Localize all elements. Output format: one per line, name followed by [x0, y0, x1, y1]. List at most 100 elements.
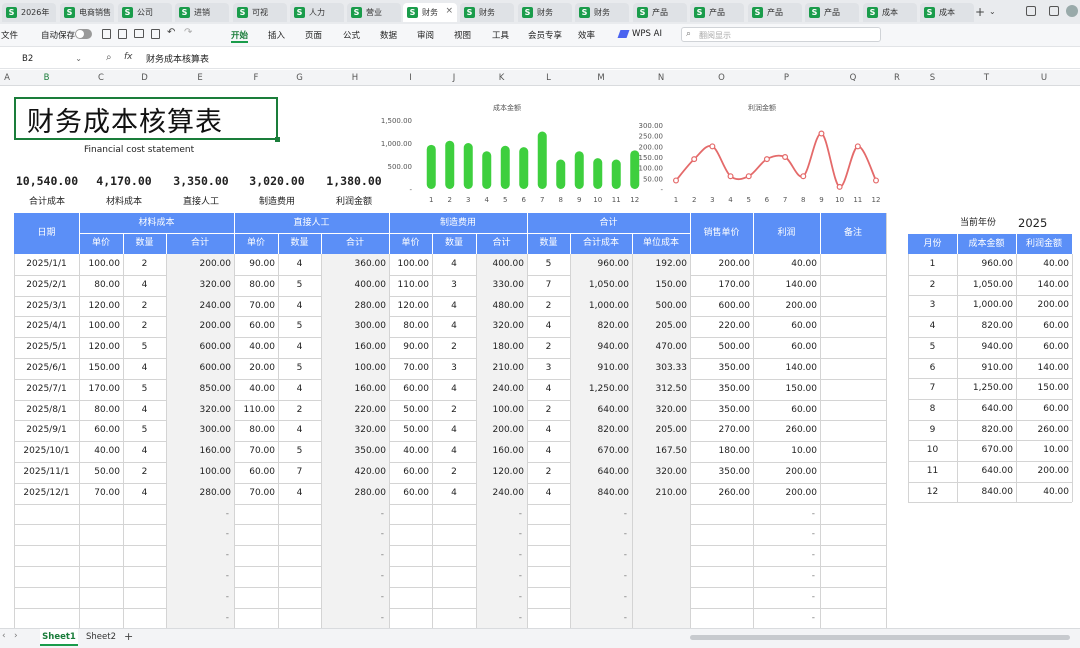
table-cell[interactable]: 80.00	[82, 275, 120, 296]
table-cell[interactable]: 320.00	[324, 420, 387, 441]
table-cell[interactable]: 420.00	[324, 462, 387, 483]
table-cell[interactable]: 2	[530, 400, 567, 421]
table-cell[interactable]: 220.00	[693, 316, 751, 337]
empty-cell[interactable]: -	[756, 587, 815, 608]
side-cell[interactable]: 940.00	[960, 337, 1014, 358]
table-cell[interactable]: 180.00	[479, 337, 525, 358]
table-cell[interactable]: 2	[126, 316, 163, 337]
file-menu[interactable]: 文件	[1, 29, 18, 41]
table-cell[interactable]: 400.00	[324, 275, 387, 296]
horizontal-scrollbar[interactable]	[690, 635, 1070, 640]
empty-cell[interactable]: -	[169, 566, 229, 587]
table-cell[interactable]: 4	[435, 420, 473, 441]
table-cell[interactable]: 90.00	[392, 337, 429, 358]
column-header-s[interactable]: S	[908, 73, 957, 83]
table-cell[interactable]: 300.00	[169, 420, 232, 441]
table-cell[interactable]: 40.00	[82, 441, 120, 462]
side-cell[interactable]: 5	[911, 337, 954, 358]
table-cell[interactable]: 2	[435, 400, 473, 421]
table-cell[interactable]: 260.00	[756, 420, 818, 441]
table-cell[interactable]: 300.00	[324, 316, 387, 337]
table-cell[interactable]: 4	[126, 358, 163, 379]
table-cell[interactable]: 600.00	[693, 296, 751, 317]
table-cell[interactable]: 110.00	[237, 400, 276, 421]
add-tab-button[interactable]: +	[975, 5, 985, 19]
tab-10[interactable]: S 财务	[518, 3, 572, 22]
window-restore-icon[interactable]	[1026, 6, 1036, 16]
table-cell[interactable]: 500.00	[635, 296, 688, 317]
table-cell[interactable]: 640.00	[573, 400, 630, 421]
table-cell[interactable]: 167.50	[635, 441, 688, 462]
table-cell[interactable]: 140.00	[756, 358, 818, 379]
table-cell[interactable]: 960.00	[573, 254, 630, 275]
side-cell[interactable]: 140.00	[1019, 358, 1070, 379]
empty-cell[interactable]: -	[479, 545, 522, 566]
table-cell[interactable]: 2	[435, 337, 473, 358]
table-cell[interactable]: 280.00	[324, 296, 387, 317]
side-cell[interactable]: 40.00	[1019, 482, 1069, 503]
table-cell[interactable]: 3	[435, 275, 473, 296]
column-header-o[interactable]: O	[690, 73, 753, 83]
table-cell[interactable]: 60.00	[756, 337, 817, 358]
table-cell[interactable]: 350.00	[693, 400, 751, 421]
table-cell[interactable]: 60.00	[237, 462, 275, 483]
table-cell[interactable]: 4	[530, 483, 567, 504]
table-cell[interactable]: 170.00	[82, 379, 121, 400]
side-cell[interactable]: 820.00	[960, 316, 1014, 337]
table-cell[interactable]: 4	[126, 275, 163, 296]
table-cell[interactable]: 350.00	[693, 379, 751, 400]
empty-cell[interactable]: -	[169, 545, 229, 566]
table-cell[interactable]: 5	[281, 358, 318, 379]
empty-cell[interactable]: -	[479, 608, 522, 629]
table-cell[interactable]: 200.00	[756, 462, 818, 483]
table-cell[interactable]: 100.00	[479, 400, 525, 421]
empty-cell[interactable]: -	[573, 504, 627, 525]
fx-icon[interactable]: fx	[124, 52, 133, 62]
menu-2[interactable]: 插入	[268, 29, 285, 41]
print-icon[interactable]	[134, 29, 144, 38]
table-cell[interactable]: 260.00	[693, 483, 751, 504]
side-cell[interactable]: 640.00	[960, 399, 1014, 420]
table-cell[interactable]: 4	[435, 296, 473, 317]
table-cell[interactable]: 2	[126, 296, 163, 317]
table-cell[interactable]: 600.00	[169, 337, 232, 358]
table-cell[interactable]: 350.00	[693, 462, 751, 483]
table-cell[interactable]: 100.00	[169, 462, 232, 483]
side-cell[interactable]: 1	[911, 254, 954, 275]
table-cell[interactable]: 110.00	[392, 275, 430, 296]
side-cell[interactable]: 8	[911, 399, 954, 420]
table-cell[interactable]: 5	[530, 254, 567, 275]
tab-6[interactable]: S 人力	[290, 3, 344, 22]
table-cell[interactable]: 2025/5/1	[17, 337, 76, 358]
tab-16[interactable]: S 成本	[863, 3, 917, 22]
table-cell[interactable]: 350.00	[324, 441, 387, 462]
table-cell[interactable]: 80.00	[237, 420, 275, 441]
tab-12[interactable]: S 产品	[633, 3, 687, 22]
side-cell[interactable]: 840.00	[960, 482, 1014, 503]
table-cell[interactable]: 4	[281, 483, 318, 504]
side-cell[interactable]: 670.00	[960, 440, 1014, 461]
side-cell[interactable]: 200.00	[1019, 295, 1070, 316]
column-header-u[interactable]: U	[1016, 73, 1072, 83]
undo-icon[interactable]: ↶	[167, 27, 175, 38]
side-cell[interactable]: 7	[911, 378, 954, 399]
empty-cell[interactable]: -	[756, 545, 815, 566]
table-cell[interactable]: 4	[126, 483, 163, 504]
close-icon[interactable]: ×	[445, 6, 453, 16]
table-cell[interactable]: 50.00	[392, 400, 429, 421]
table-cell[interactable]: 60.00	[392, 379, 429, 400]
table-cell[interactable]: 3	[530, 358, 567, 379]
table-cell[interactable]: 240.00	[479, 483, 525, 504]
column-header-m[interactable]: M	[570, 73, 632, 83]
column-header-b[interactable]: B	[14, 73, 79, 83]
chevron-down-icon[interactable]: ⌄	[75, 52, 82, 66]
table-cell[interactable]: 60.00	[392, 483, 429, 504]
table-cell[interactable]: 820.00	[573, 420, 630, 441]
empty-cell[interactable]: -	[756, 608, 815, 629]
table-cell[interactable]: 840.00	[573, 483, 630, 504]
table-cell[interactable]: 4	[530, 441, 567, 462]
table-cell[interactable]: 4	[126, 400, 163, 421]
tab-5[interactable]: S 可视	[233, 3, 287, 22]
empty-cell[interactable]: -	[324, 545, 384, 566]
column-header-j[interactable]: J	[432, 73, 476, 83]
